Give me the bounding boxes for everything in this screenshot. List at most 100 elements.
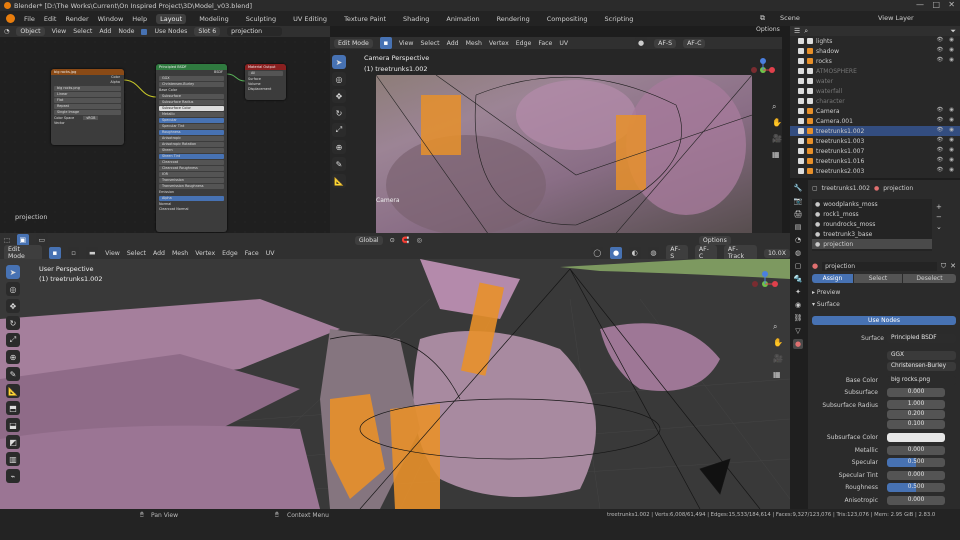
cam-menu-edge[interactable]: Edge: [516, 40, 532, 47]
cam-annotate-tool-icon[interactable]: ✎: [332, 157, 346, 171]
visibility-toggle-icon[interactable]: 👁 ◉: [936, 157, 956, 163]
main-shading-wire-icon[interactable]: ◯: [591, 247, 604, 259]
exclude-checkbox[interactable]: [798, 168, 804, 174]
node-menu-select[interactable]: Select: [73, 28, 92, 35]
main-ortho-icon[interactable]: ▦: [773, 367, 783, 383]
anisotropic-field[interactable]: 0.000: [887, 496, 945, 505]
exclude-checkbox[interactable]: [798, 118, 804, 124]
maximize-button[interactable]: □: [932, 0, 940, 9]
material-fake-user-icon[interactable]: ⛉: [941, 262, 946, 271]
main-menu-view[interactable]: View: [105, 250, 120, 257]
menu-file[interactable]: File: [24, 15, 35, 23]
cam-af-c[interactable]: AF-C: [683, 38, 706, 48]
tab-compositing[interactable]: Compositing: [543, 14, 592, 24]
base-color-link[interactable]: big rocks.png: [887, 376, 956, 385]
material-output-node[interactable]: Material Output All Surface Volume Displ…: [245, 64, 286, 100]
main-loopcut-tool-icon[interactable]: ▥: [6, 452, 20, 466]
specular-slider[interactable]: 0.500: [887, 458, 945, 467]
material-slot[interactable]: ● roundrocks_moss: [812, 219, 932, 229]
main-camera-icon[interactable]: 🎥: [773, 351, 783, 367]
node-object-dropdown[interactable]: Object: [16, 27, 45, 36]
use-nodes-checkbox[interactable]: [141, 28, 148, 35]
scene-name[interactable]: Scene: [780, 14, 800, 22]
main-menu-add[interactable]: Add: [153, 250, 165, 257]
bsdf-trans-rough[interactable]: Transmission Roughness: [159, 184, 224, 189]
bsdf-spec-tint[interactable]: Specular Tint: [159, 124, 224, 129]
cam-measure-tool-icon[interactable]: 📐: [332, 174, 346, 188]
cam-cursor-tool-icon[interactable]: ◎: [332, 72, 346, 86]
main-shading-solid-icon[interactable]: ●: [610, 247, 622, 259]
main-shading-material-icon[interactable]: ◐: [628, 247, 641, 259]
outliner-item[interactable]: treetrunks1.016 👁 ◉: [790, 156, 960, 166]
outliner-item[interactable]: waterfall: [790, 86, 960, 96]
main-cursor-tool-icon[interactable]: ◎: [6, 282, 20, 296]
exclude-checkbox[interactable]: [798, 148, 804, 154]
exclude-checkbox[interactable]: [798, 108, 804, 114]
cam-scale-tool-icon[interactable]: ⤢: [332, 123, 346, 137]
main-menu-select[interactable]: Select: [127, 250, 146, 257]
bsdf-metallic[interactable]: Metallic: [159, 112, 224, 117]
bsdf-dist[interactable]: GGX: [159, 76, 224, 81]
tab-modeling[interactable]: Modeling: [195, 14, 233, 24]
tab-rendering[interactable]: Rendering: [493, 14, 534, 24]
bsdf-cc-rough[interactable]: Clearcoat Roughness: [159, 166, 224, 171]
view-layer-tab-icon[interactable]: ▤: [793, 222, 803, 232]
material-slot[interactable]: ● rock1_moss: [812, 209, 932, 219]
roughness-slider[interactable]: 0.500: [887, 483, 945, 492]
bsdf-ss-color[interactable]: Subsurface Color: [159, 106, 224, 111]
subsurface-field[interactable]: 0.000: [887, 388, 945, 397]
image-node-ext[interactable]: Repeat: [54, 104, 121, 109]
outliner-filter-icon[interactable]: ⏷: [950, 27, 960, 36]
constraints-tab-icon[interactable]: ⛓: [793, 313, 803, 323]
slot-dropdown[interactable]: Slot 6: [194, 27, 221, 36]
outliner-item[interactable]: character: [790, 96, 960, 106]
cam-select-tool-icon[interactable]: ➤: [332, 55, 346, 69]
cam-menu-uv[interactable]: UV: [559, 40, 568, 47]
bsdf-subsurface[interactable]: Subsurface: [159, 94, 224, 99]
visibility-toggle-icon[interactable]: 👁 ◉: [936, 127, 956, 133]
exclude-checkbox[interactable]: [798, 128, 804, 134]
tab-animation[interactable]: Animation: [442, 14, 483, 24]
cam-rotate-tool-icon[interactable]: ↻: [332, 106, 346, 120]
main-menu-uv[interactable]: UV: [266, 250, 275, 257]
bsdf-specular[interactable]: Specular: [159, 118, 224, 123]
main-zoom-icon[interactable]: ⌕: [773, 319, 783, 335]
editor-type-icon[interactable]: ⬚: [4, 237, 10, 244]
exclude-checkbox[interactable]: [798, 98, 804, 104]
material-browse-icon[interactable]: ●: [812, 262, 818, 270]
tab-sculpting[interactable]: Sculpting: [242, 14, 280, 24]
camera-mode-dropdown[interactable]: Edit Mode: [334, 38, 373, 48]
main-rotate-tool-icon[interactable]: ↻: [6, 316, 20, 330]
material-slot[interactable]: ● woodplanks_moss: [812, 199, 932, 209]
image-node-proj[interactable]: Flat: [54, 98, 121, 103]
assign-button[interactable]: Assign: [812, 274, 853, 283]
cam-transform-tool-icon[interactable]: ⊕: [332, 140, 346, 154]
bsdf-sheen[interactable]: Sheen: [159, 148, 224, 153]
exclude-checkbox[interactable]: [798, 158, 804, 164]
menu-edit[interactable]: Edit: [44, 15, 57, 23]
close-button[interactable]: ✕: [948, 0, 955, 9]
material-name-field[interactable]: projection: [227, 27, 283, 36]
outliner-item[interactable]: lights 👁 ◉: [790, 36, 960, 46]
proportional-icon[interactable]: ◎: [417, 237, 422, 244]
main-scale-tool-icon[interactable]: ⤢: [6, 333, 20, 347]
menu-window[interactable]: Window: [98, 15, 124, 23]
image-texture-node[interactable]: big rocks.jpg Color Alpha big rocks.png …: [51, 69, 124, 145]
main-move-tool-icon[interactable]: ✥: [6, 299, 20, 313]
main-navigation-gizmo[interactable]: [750, 269, 780, 299]
tab-layout[interactable]: Layout: [156, 13, 187, 24]
outliner-item[interactable]: Camera 👁 ◉: [790, 106, 960, 116]
subsurface-radius-y[interactable]: 0.200: [887, 410, 945, 419]
main-knife-tool-icon[interactable]: ⌁: [6, 469, 20, 483]
cam-options-button[interactable]: Options: [756, 26, 780, 33]
exclude-checkbox[interactable]: [798, 48, 804, 54]
material-slot[interactable]: ● projection: [812, 239, 932, 249]
visibility-toggle-icon[interactable]: 👁 ◉: [936, 37, 956, 43]
cam-menu-add[interactable]: Add: [447, 40, 459, 47]
main-face-select-icon[interactable]: ▬: [86, 247, 99, 259]
particles-tab-icon[interactable]: ✦: [793, 287, 803, 297]
minimize-button[interactable]: —: [916, 0, 924, 9]
vertex-select-icon[interactable]: ▪: [379, 37, 392, 49]
outliner-item[interactable]: treetrunks1.007 👁 ◉: [790, 146, 960, 156]
main-transform-tool-icon[interactable]: ⊕: [6, 350, 20, 364]
